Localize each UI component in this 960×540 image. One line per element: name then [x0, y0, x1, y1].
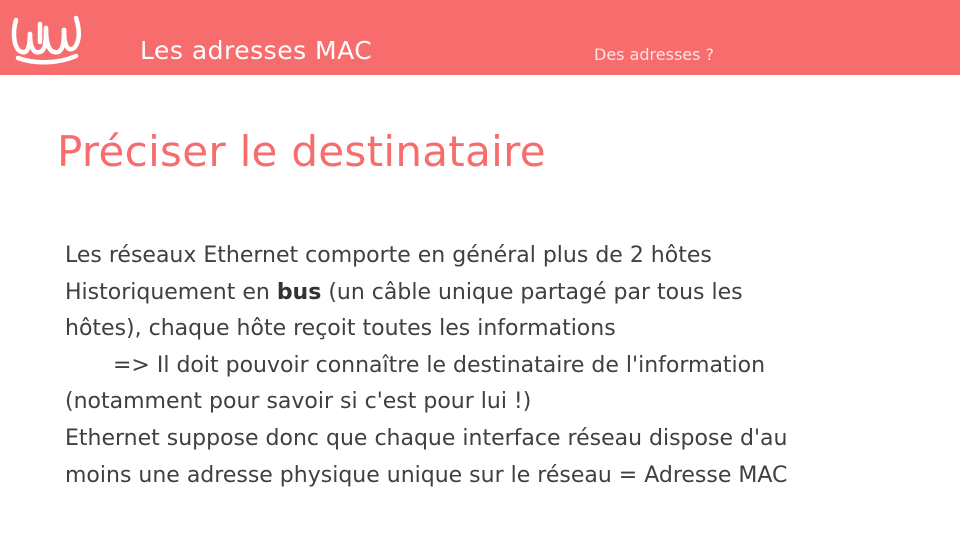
body-text-span: Historiquement en — [65, 279, 277, 305]
emphasized-term: bus — [276, 279, 322, 305]
body-line: moins une adresse physique unique sur le… — [65, 462, 788, 488]
body-line: Historiquement en bus (un câble unique p… — [65, 275, 905, 312]
section-title: Les adresses MAC — [140, 36, 373, 65]
body-line: Ethernet suppose donc que chaque interfa… — [65, 425, 788, 451]
header-bar: Les adresses MAC Des adresses ? — [0, 0, 960, 75]
body-line: Les réseaux Ethernet comporte en général… — [65, 243, 712, 268]
wave-logo-icon — [11, 15, 81, 65]
body-line: hôtes), chaque hôte reçoit toutes les in… — [65, 316, 616, 342]
body-text-span: (un câble unique partagé par tous les — [321, 279, 743, 305]
slide-title: Préciser le destinataire — [57, 127, 546, 176]
slide-body: Les réseaux Ethernet comporte en général… — [65, 238, 905, 494]
body-line: (notamment pour savoir si c'est pour lui… — [65, 389, 532, 415]
subsection-title: Des adresses ? — [594, 45, 715, 64]
body-line-indented: => Il doit pouvoir connaître le destinat… — [113, 352, 766, 378]
